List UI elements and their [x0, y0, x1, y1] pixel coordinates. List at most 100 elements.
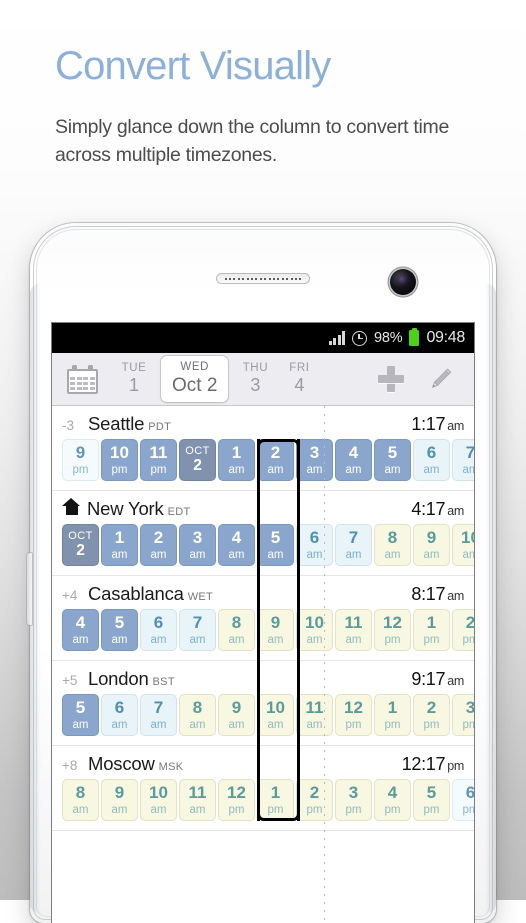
hour-cell-meridiem: pm [384, 718, 401, 731]
hour-cell[interactable]: 1 am [101, 524, 138, 566]
hour-cell[interactable]: 5 am [257, 524, 294, 566]
hour-cell[interactable]: 2 am [257, 439, 294, 481]
hour-cell[interactable]: 11 am [296, 694, 333, 736]
hour-cell[interactable]: 1 pm [374, 694, 411, 736]
hour-cell[interactable]: 1 am [218, 439, 255, 481]
hour-cell-meridiem: am [228, 463, 245, 476]
hour-cell[interactable]: 7 am [140, 694, 177, 736]
hour-cell[interactable]: 7 am [452, 439, 474, 481]
hour-cell[interactable]: 10am [452, 524, 474, 566]
hour-cell[interactable]: 9 am [413, 524, 450, 566]
hour-cell[interactable]: 2 pm [413, 694, 450, 736]
hour-cell[interactable]: 6 am [413, 439, 450, 481]
hour-cell[interactable]: 2 pm [452, 609, 474, 651]
hour-cell[interactable]: 1 pm [413, 609, 450, 651]
timezone-row[interactable]: +8 Moscow MSK 12:17 pm 8 am 9 am 10 am 11 am 12 pm 1 pm 2… [52, 746, 474, 831]
plus-icon[interactable] [378, 366, 404, 392]
hour-cell[interactable]: 6 pm [452, 779, 474, 821]
hour-cell[interactable]: 12 pm [374, 609, 411, 651]
hour-cell[interactable]: 9 am [218, 694, 255, 736]
timezone-row[interactable]: +4 Casablanca WET 8:17 am 4 am 5 am 6 am 7 am 8 am 9 am 1… [52, 576, 474, 661]
day-tab-wed[interactable]: WED Oct 2 [160, 355, 230, 403]
hour-cell-meridiem: am [423, 463, 440, 476]
hour-cell-meridiem: am [72, 633, 89, 646]
hour-cell[interactable]: 4 am [335, 439, 372, 481]
hour-cell-hour: 5 [114, 613, 125, 633]
hour-cell[interactable]: 2 am [140, 524, 177, 566]
day-tab-thu[interactable]: THU 3 [233, 358, 277, 400]
hour-cell[interactable]: 8 am [374, 524, 411, 566]
hour-cell[interactable]: 4 am [62, 609, 99, 651]
hour-cell[interactable]: 5 am [62, 694, 99, 736]
hour-cell[interactable]: 4 pm [374, 779, 411, 821]
hour-cell-hour: 1 [270, 783, 281, 803]
day-tab-fri[interactable]: FRI 4 [277, 358, 321, 400]
hour-cell[interactable]: 2 OCT [62, 524, 99, 566]
hour-cell[interactable]: 1 pm [257, 779, 294, 821]
timezone-current-time: 8:17 am [411, 584, 464, 605]
hour-cell[interactable]: 11 am [335, 609, 372, 651]
timezone-list-body[interactable]: -3 Seattle PDT 1:17 am 9 pm 10 pm 11 pm 2 OCT 1 am 2 am 3… [52, 406, 474, 923]
hour-cell[interactable]: 3 am [179, 524, 216, 566]
hour-cell[interactable]: 2 OCT [179, 439, 216, 481]
hour-cell[interactable]: 10am [140, 779, 177, 821]
hour-cell[interactable]: 10am [257, 694, 294, 736]
hour-cell-hour: 10 [110, 443, 129, 463]
timezone-row-header: -3 Seattle PDT 1:17 am [52, 413, 474, 439]
hour-cell[interactable]: 11 pm [140, 439, 177, 481]
battery-percent-label: 98% [374, 330, 403, 346]
hour-cell-hour: 1 [426, 613, 437, 633]
hour-cell[interactable]: 3 pm [452, 694, 474, 736]
hour-cell[interactable]: 7 am [335, 524, 372, 566]
hour-cell[interactable]: 5 am [101, 609, 138, 651]
hour-cell[interactable]: 8 am [179, 694, 216, 736]
hour-cell-meridiem: am [189, 718, 206, 731]
volume-button[interactable] [27, 553, 32, 625]
pencil-icon[interactable] [426, 365, 454, 393]
timezone-row-header: +4 Casablanca WET 8:17 am [52, 583, 474, 609]
calendar-icon[interactable] [67, 364, 98, 394]
hour-cell-meridiem: am [111, 803, 128, 816]
hour-cell[interactable]: 9 am [257, 609, 294, 651]
hour-cell[interactable]: 6 am [296, 524, 333, 566]
hour-cell[interactable]: 8 am [62, 779, 99, 821]
hour-cell[interactable]: 3 am [296, 439, 333, 481]
hour-cell[interactable]: 2 pm [296, 779, 333, 821]
hour-cell[interactable]: 4 am [218, 524, 255, 566]
hour-cell[interactable]: 6 am [101, 694, 138, 736]
hour-cell-strip[interactable]: 5 am 6 am 7 am 8 am 9 am 10 am 11 am 12 pm 1 pm 2 pm 3 pm [52, 694, 474, 736]
hour-cell[interactable]: 8 am [218, 609, 255, 651]
timezone-row[interactable]: -3 Seattle PDT 1:17 am 9 pm 10 pm 11 pm 2 OCT 1 am 2 am 3… [52, 406, 474, 491]
hour-cell[interactable]: 6 am [140, 609, 177, 651]
hour-cell[interactable]: 7 am [179, 609, 216, 651]
timezone-row[interactable]: +5 London BST 9:17 am 5 am 6 am 7 am 8 am 9 am 10 am 11 am… [52, 661, 474, 746]
hour-cell[interactable]: 9 pm [62, 439, 99, 481]
hour-cell[interactable]: 5 pm [413, 779, 450, 821]
hour-cell-strip[interactable]: 8 am 9 am 10 am 11 am 12 pm 1 pm 2 pm 3 pm 4 pm 5 pm 6 pm [52, 779, 474, 821]
timezone-current-time: 12:17 pm [402, 754, 465, 775]
hour-cell[interactable]: 12 pm [218, 779, 255, 821]
hour-cell-hour: 11 [305, 698, 324, 718]
hour-cell-meridiem: am [111, 633, 128, 646]
hour-cell-strip[interactable]: 4 am 5 am 6 am 7 am 8 am 9 am 10 am 11 am 12 pm 1 pm 2 pm [52, 609, 474, 651]
hour-cell-strip[interactable]: 9 pm 10 pm 11 pm 2 OCT 1 am 2 am 3 am 4 am 5 am 6 am 7 am [52, 439, 474, 481]
current-time-value: 1:17 [411, 414, 446, 434]
hour-cell-hour: 8 [75, 783, 86, 803]
hour-cell[interactable]: 3 pm [335, 779, 372, 821]
current-time-value: 4:17 [411, 499, 446, 519]
hour-cell[interactable]: 9 am [101, 779, 138, 821]
hour-cell[interactable]: 10 pm [101, 439, 138, 481]
day-tab-tue[interactable]: TUE 1 [112, 358, 156, 400]
hour-cell-strip[interactable]: 2OCT1am2am3am4am5am6am7am8am9am10am [52, 524, 474, 566]
timezone-city-name: London [88, 668, 149, 689]
hour-cell[interactable]: 5 am [374, 439, 411, 481]
hour-cell[interactable]: 12 pm [335, 694, 372, 736]
hour-cell[interactable]: 10am [296, 609, 333, 651]
hour-cell-hour: 2 [465, 613, 474, 633]
hour-cell[interactable]: 11 am [179, 779, 216, 821]
hour-cell-meridiem: am [345, 633, 362, 646]
hour-cell-meridiem: am [306, 548, 323, 561]
timezone-row[interactable]: New York EDT 4:17 am 2 OCT 1 am 2 am 3 am 4 am 5 am 6 am 7… [52, 491, 474, 576]
timezone-current-time: 4:17 am [411, 499, 464, 520]
status-bar-clock: 09:48 [426, 329, 465, 346]
